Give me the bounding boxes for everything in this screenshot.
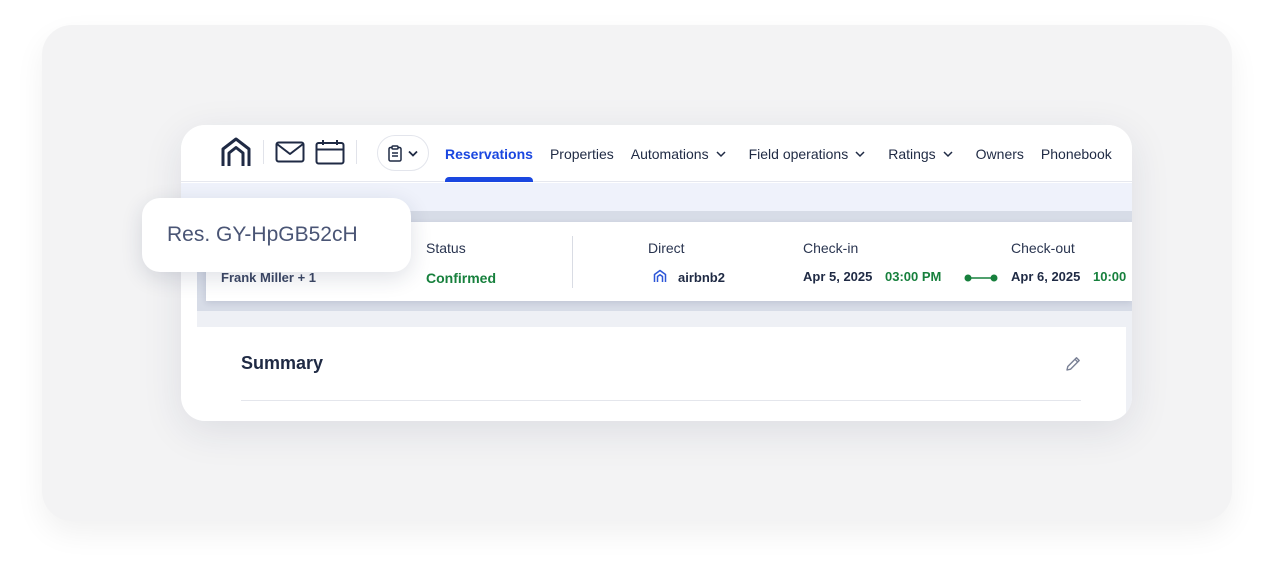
tasks-dropdown-button[interactable] (377, 135, 429, 171)
checkout-label: Check-out (1011, 240, 1075, 256)
chevron-down-icon (408, 150, 418, 157)
summary-title: Summary (241, 353, 324, 373)
tab-label: Field operations (748, 145, 849, 162)
tab-ratings[interactable]: Ratings (888, 125, 953, 182)
reservation-id: Res. GY-HpGB52cH (167, 223, 358, 246)
tab-label: Properties (549, 145, 614, 162)
tab-reservations[interactable]: Reservations (445, 125, 533, 182)
nav-divider (356, 140, 357, 164)
nav-menu: Reservations Properties Automations Fiel… (445, 125, 1129, 182)
edit-icon[interactable] (1064, 355, 1082, 373)
info-divider (572, 236, 573, 288)
summary-divider (241, 400, 1081, 401)
tab-properties[interactable]: Properties (550, 125, 614, 182)
summary-section: Summary (197, 327, 1126, 421)
chevron-down-icon (855, 150, 865, 157)
clipboard-icon (388, 144, 402, 162)
channel-value[interactable]: airbnb2 (678, 270, 725, 285)
stay-timeline-icon (964, 274, 998, 282)
tab-label: Automations (630, 145, 709, 162)
reservation-id-badge: Res. GY-HpGB52cH (142, 198, 411, 272)
checkout-time: 10:00 (1093, 269, 1127, 284)
tab-automations[interactable]: Automations (631, 125, 727, 182)
tab-owners[interactable]: Owners (976, 125, 1024, 182)
airbnb-icon (653, 269, 667, 282)
tab-field-operations[interactable]: Field operations (749, 125, 867, 182)
tab-phonebook[interactable]: Phonebook (1041, 125, 1112, 182)
mail-icon[interactable] (275, 141, 305, 163)
reservation-card: Reservations Properties Automations Fiel… (181, 125, 1132, 421)
calendar-icon[interactable] (315, 139, 345, 165)
checkin-date: Apr 5, 2025 (803, 269, 873, 284)
top-nav: Reservations Properties Automations Fiel… (181, 125, 1132, 182)
status-label: Status (426, 240, 466, 256)
home-icon[interactable] (220, 136, 252, 168)
status-badge: Confirmed (426, 270, 496, 286)
checkin-label: Check-in (803, 240, 859, 256)
chevron-down-icon (943, 150, 953, 157)
chevron-down-icon (716, 150, 726, 157)
channel-label: Direct (648, 240, 685, 256)
checkout-date: Apr 6, 2025 (1011, 269, 1081, 284)
tab-label: Reservations (445, 145, 533, 162)
nav-divider (263, 140, 264, 164)
tab-label: Ratings (888, 145, 936, 162)
tab-label: Phonebook (1040, 145, 1112, 162)
tab-label: Owners (975, 145, 1024, 162)
guest-name: Frank Miller + 1 (221, 270, 317, 285)
checkin-time: 03:00 PM (885, 269, 942, 284)
